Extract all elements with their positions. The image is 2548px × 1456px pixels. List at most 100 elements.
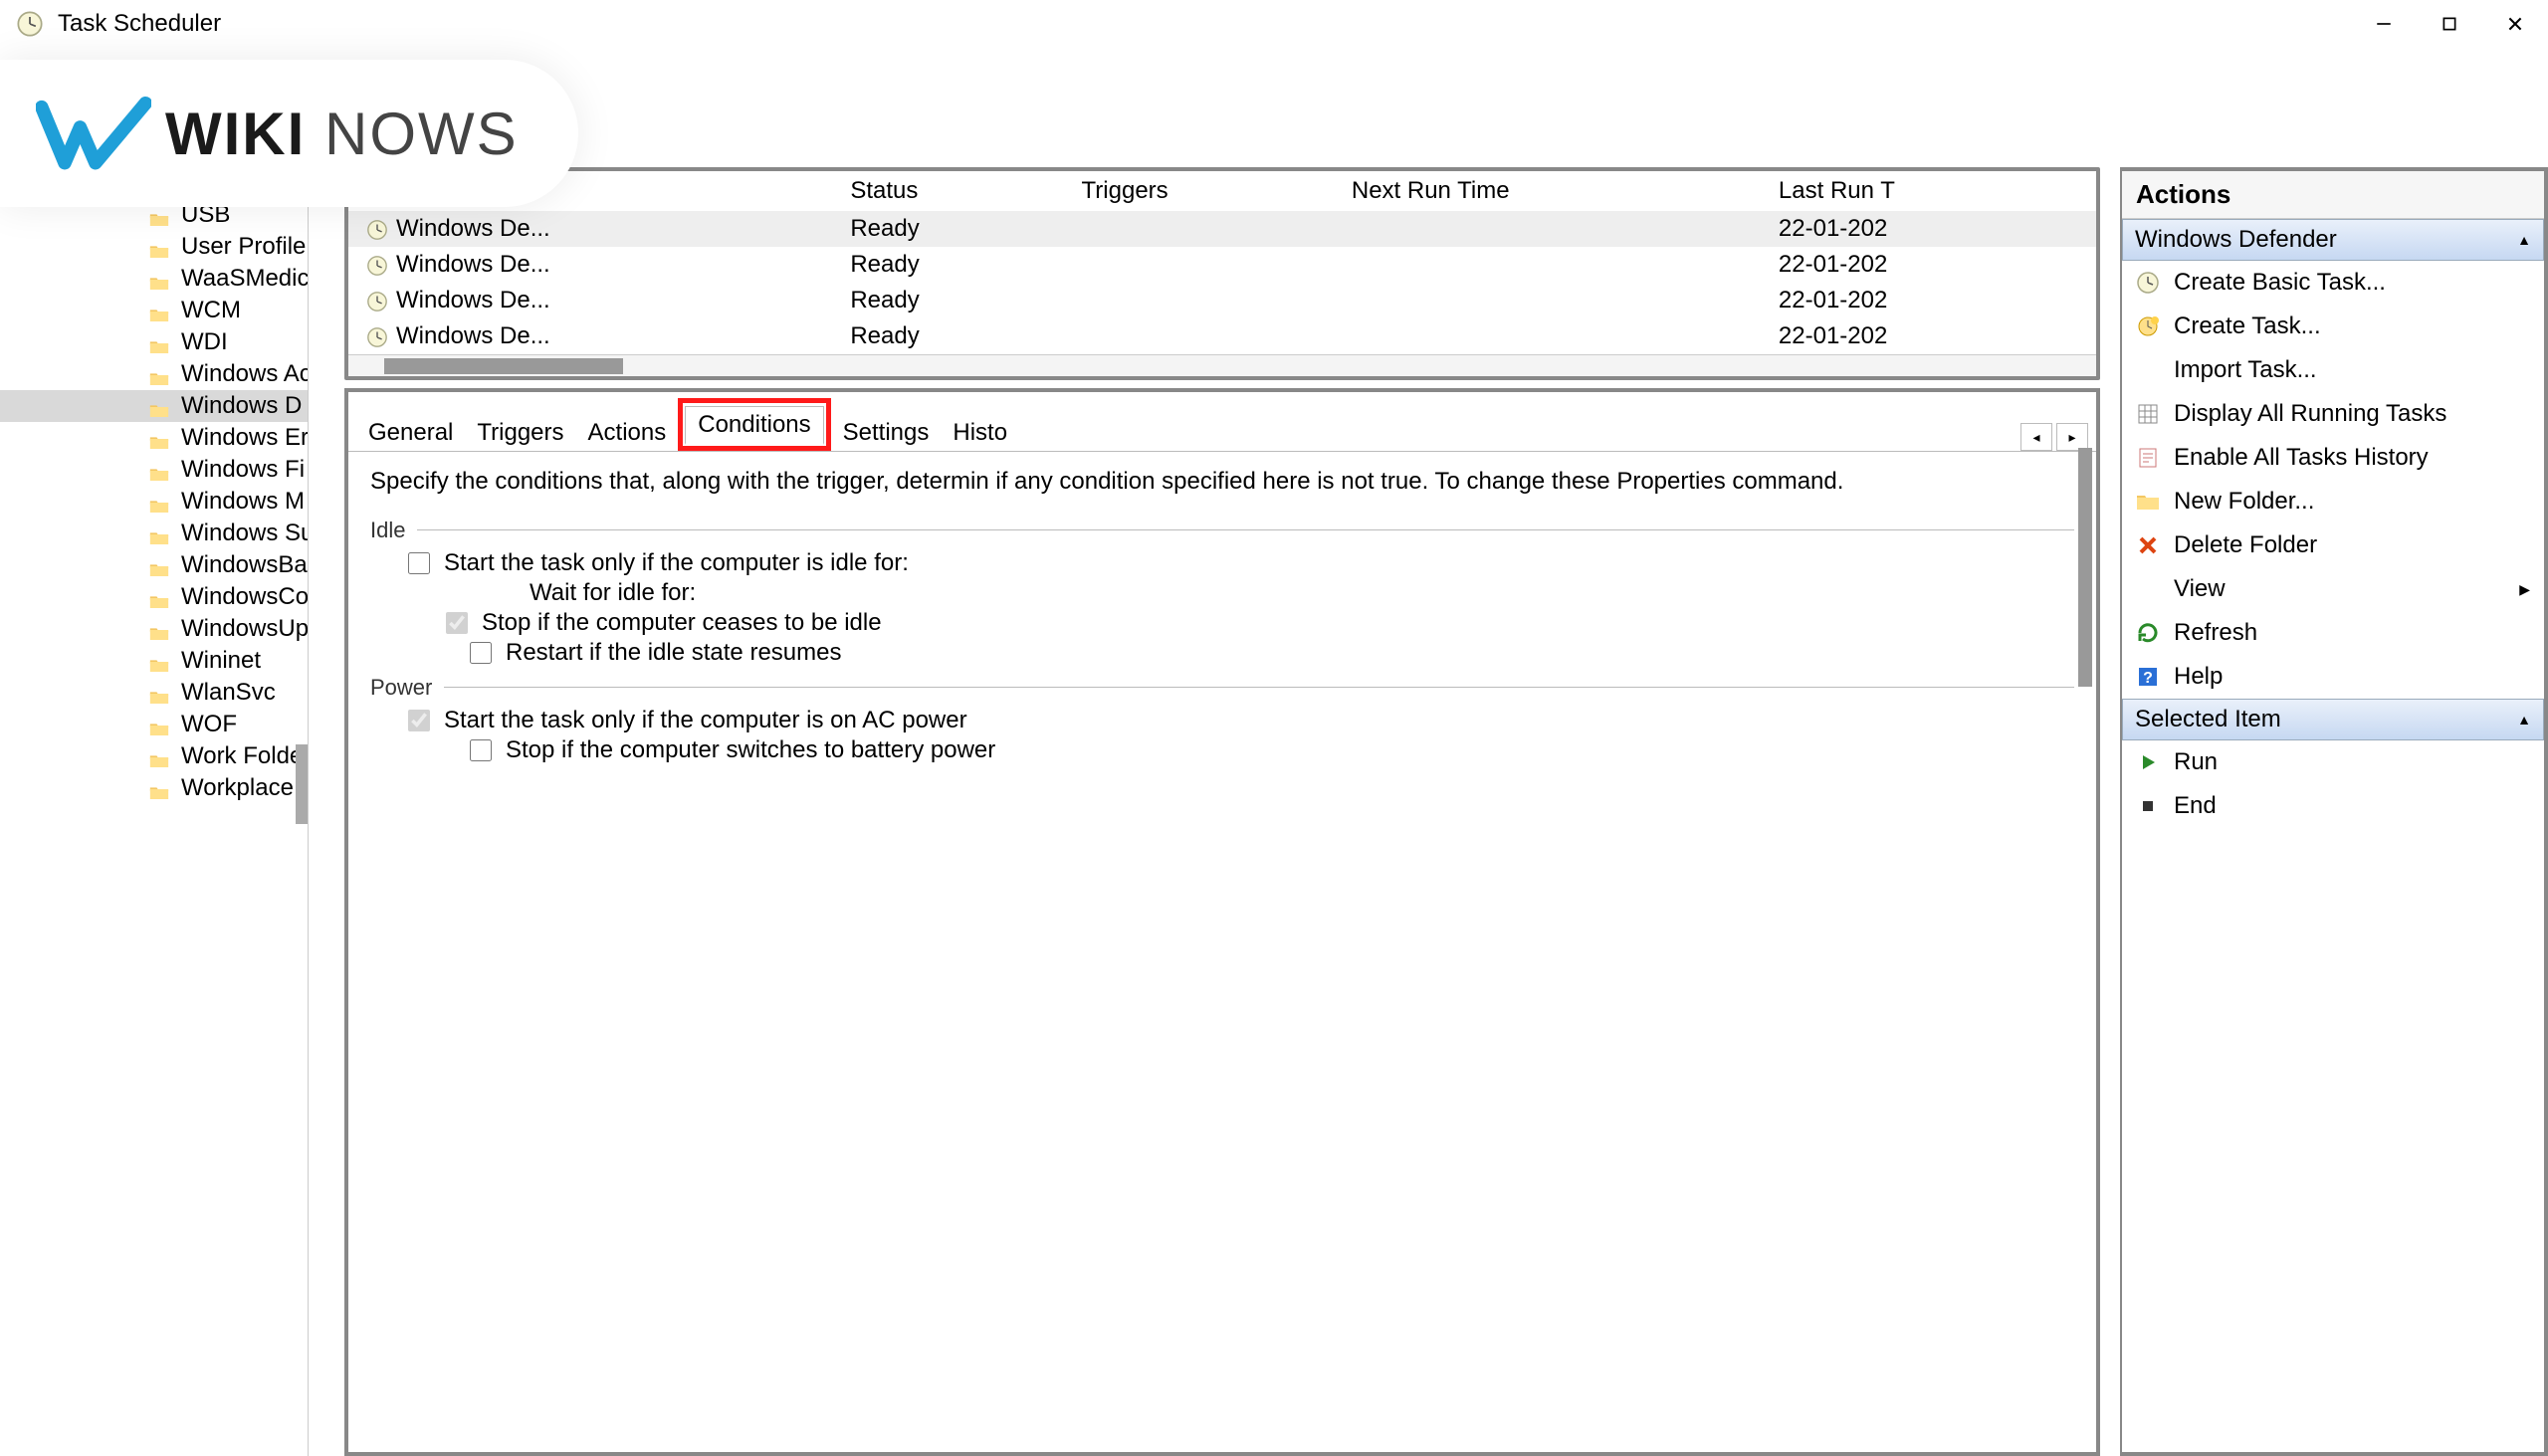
tree-scrollbar[interactable] [296,744,308,824]
tab-histo[interactable]: Histo [941,415,1019,451]
folder-icon [149,398,169,414]
tree-item[interactable]: Windows Su [0,518,308,549]
column-header[interactable]: Status [832,171,1063,211]
clock-wizard-icon [2136,271,2160,295]
tree-item[interactable]: WDI [0,326,308,358]
tree-item[interactable]: WlanSvc [0,677,308,709]
tree-item[interactable]: Windows Ac [0,358,308,390]
folder-icon [149,557,169,573]
minimize-button[interactable] [2375,15,2393,33]
task-detail-pane: GeneralTriggersActionsConditionsSettings… [344,388,2100,1456]
folder-icon [149,525,169,541]
idle-restart-checkbox[interactable] [470,642,492,664]
app-clock-icon [16,10,44,38]
folder-icon [149,780,169,796]
folder-icon [149,589,169,605]
action-refresh[interactable]: Refresh [2122,611,2544,655]
actions-header: Actions [2122,171,2544,219]
folder-icon [149,430,169,446]
submenu-arrow-icon: ▶ [2519,581,2530,598]
close-button[interactable] [2506,15,2524,33]
tree-item[interactable]: Wininet [0,645,308,677]
tab-general[interactable]: General [356,415,465,451]
folder-icon [149,334,169,350]
folder-icon [149,717,169,732]
task-clock-icon [366,255,388,277]
blank-icon [2136,577,2160,601]
action-new-folder[interactable]: New Folder... [2122,480,2544,523]
tree-item[interactable]: WindowsCo [0,581,308,613]
folder-icon [149,366,169,382]
tree-item[interactable]: WindowsUp [0,613,308,645]
column-header[interactable]: Last Run T [1761,171,2096,211]
folder-icon [149,653,169,669]
tree-item[interactable]: WaaSMedic [0,263,308,295]
folder-icon [149,748,169,764]
maximize-button[interactable] [2441,15,2458,33]
tab-triggers[interactable]: Triggers [465,415,575,451]
grid-icon [2136,402,2160,426]
action-view[interactable]: View▶ [2122,567,2544,611]
task-row[interactable]: Windows De...Ready22-01-202 [348,211,2096,247]
tree-item[interactable]: WOF [0,709,308,740]
collapse-icon: ▲ [2517,712,2531,728]
tree-item[interactable]: Windows M [0,486,308,518]
tree-item[interactable]: User Profile [0,231,308,263]
action-display-all-running-tasks[interactable]: Display All Running Tasks [2122,392,2544,436]
folder-icon [149,462,169,478]
action-enable-all-tasks-history[interactable]: Enable All Tasks History [2122,436,2544,480]
action-help[interactable]: ?Help [2122,655,2544,699]
play-icon [2136,750,2160,774]
tree-item[interactable]: Windows Fi [0,454,308,486]
task-list[interactable]: NameStatusTriggersNext Run TimeLast Run … [344,167,2100,380]
horizontal-scrollbar[interactable] [348,354,2096,376]
note-icon [2136,446,2160,470]
conditions-description: Specify the conditions that, along with … [370,466,2074,498]
tab-scroll-right[interactable]: ▸ [2056,423,2088,451]
idle-start-checkbox[interactable] [408,552,430,574]
detail-vertical-scrollbar[interactable] [2078,448,2092,687]
tree-item[interactable]: Workplace . [0,772,308,804]
task-clock-icon [366,326,388,348]
action-create-basic-task[interactable]: Create Basic Task... [2122,261,2544,305]
delete-x-icon [2136,533,2160,557]
tab-settings[interactable]: Settings [831,415,942,451]
svg-text:?: ? [2143,670,2153,687]
tree-item[interactable]: WCM [0,295,308,326]
tab-actions[interactable]: Actions [576,415,679,451]
section-idle-label: Idle [370,518,405,543]
library-tree[interactable]: UPnPUSBUser ProfileWaaSMedicWCMWDIWindow… [0,167,309,1456]
task-clock-icon [366,291,388,312]
folder-new-icon [2136,490,2160,514]
folder-icon [149,685,169,701]
tree-item[interactable]: Windows Er [0,422,308,454]
power-battery-checkbox[interactable] [470,739,492,761]
section-power-label: Power [370,675,432,701]
actions-section-context[interactable]: Windows Defender▲ [2122,219,2544,261]
idle-stop-checkbox[interactable] [446,612,468,634]
tab-conditions[interactable]: Conditions [685,406,823,445]
actions-pane: Actions Windows Defender▲ Create Basic T… [2120,167,2548,1456]
clock-new-icon [2136,314,2160,338]
column-header[interactable]: Triggers [1064,171,1334,211]
detail-tab-strip: GeneralTriggersActionsConditionsSettings… [348,392,2096,452]
action-end[interactable]: End [2122,784,2544,828]
tree-item[interactable]: Work Folde [0,740,308,772]
action-run[interactable]: Run [2122,740,2544,784]
folder-icon [149,494,169,510]
window-title: Task Scheduler [58,10,221,38]
action-import-task[interactable]: Import Task... [2122,348,2544,392]
actions-section-selected[interactable]: Selected Item▲ [2122,699,2544,740]
task-row[interactable]: Windows De...Ready22-01-202 [348,318,2096,354]
tab-scroll-left[interactable]: ◂ [2020,423,2052,451]
column-header[interactable]: Next Run Time [1334,171,1761,211]
tree-item[interactable]: Windows D [0,390,308,422]
action-create-task[interactable]: Create Task... [2122,305,2544,348]
power-ac-checkbox[interactable] [408,710,430,731]
folder-icon [149,207,169,223]
task-row[interactable]: Windows De...Ready22-01-202 [348,247,2096,283]
folder-icon [149,621,169,637]
action-delete-folder[interactable]: Delete Folder [2122,523,2544,567]
tree-item[interactable]: WindowsBa [0,549,308,581]
task-row[interactable]: Windows De...Ready22-01-202 [348,283,2096,318]
